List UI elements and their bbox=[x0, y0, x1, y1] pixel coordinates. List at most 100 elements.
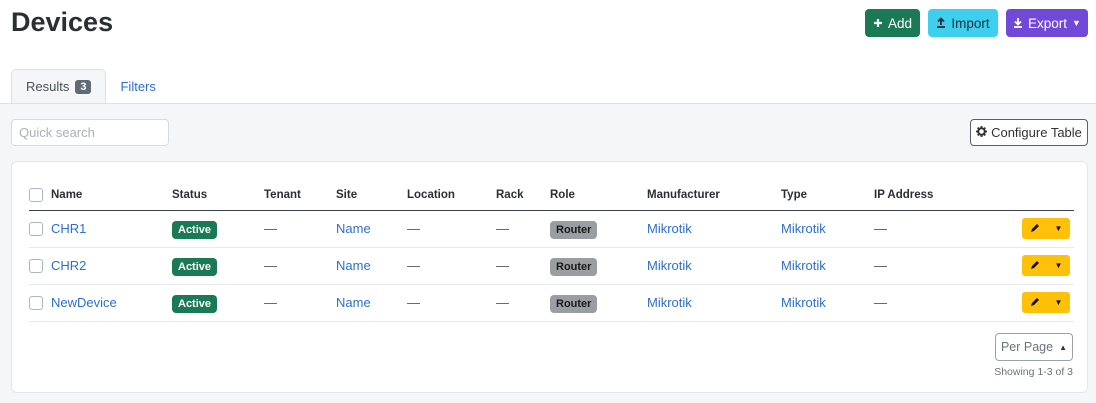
site-link[interactable]: Name bbox=[336, 221, 371, 236]
manufacturer-link[interactable]: Mikrotik bbox=[647, 221, 692, 236]
tab-results[interactable]: Results 3 bbox=[11, 69, 107, 104]
location-cell: — bbox=[407, 284, 496, 322]
column-header-name[interactable]: Name bbox=[51, 180, 172, 211]
row-action-button[interactable]: ▼ bbox=[1022, 255, 1070, 276]
manufacturer-cell: Mikrotik bbox=[647, 284, 781, 322]
tenant-cell: — bbox=[264, 247, 336, 285]
pencil-icon[interactable] bbox=[1030, 258, 1040, 273]
download-icon bbox=[1013, 16, 1023, 31]
role-cell: Router bbox=[550, 210, 647, 248]
role-badge[interactable]: Router bbox=[550, 221, 598, 239]
per-page-dropdown[interactable]: Per Page ▲ bbox=[995, 333, 1073, 361]
select-all-checkbox[interactable] bbox=[29, 187, 43, 202]
actions-cell: ▼ bbox=[984, 247, 1074, 285]
column-header-location[interactable]: Location bbox=[407, 180, 496, 211]
pagination-summary: Showing 1-3 of 3 bbox=[994, 366, 1073, 378]
rack-cell: — bbox=[496, 284, 550, 322]
column-header-type[interactable]: Type bbox=[781, 180, 874, 211]
device-name-link[interactable]: CHR2 bbox=[51, 258, 86, 273]
tab-bar: Results 3 Filters bbox=[11, 69, 170, 104]
row-action-button[interactable]: ▼ bbox=[1022, 218, 1070, 239]
tab-filters[interactable]: Filters bbox=[106, 69, 169, 103]
results-count-badge: 3 bbox=[75, 79, 92, 94]
caret-up-icon: ▲ bbox=[1059, 342, 1068, 352]
type-cell: Mikrotik bbox=[781, 247, 874, 285]
configure-table-button[interactable]: Configure Table bbox=[970, 119, 1088, 146]
status-badge: Active bbox=[172, 221, 218, 239]
tab-results-label: Results bbox=[26, 79, 70, 94]
role-badge[interactable]: Router bbox=[550, 295, 598, 313]
results-card: Name Status Tenant Site Location Rack Ro… bbox=[11, 161, 1088, 393]
tenant-cell: — bbox=[264, 210, 336, 248]
site-cell: Name bbox=[336, 247, 407, 285]
pencil-icon[interactable] bbox=[1030, 295, 1040, 310]
rack-cell: — bbox=[496, 247, 550, 285]
row-action-button[interactable]: ▼ bbox=[1022, 292, 1070, 313]
column-header-tenant[interactable]: Tenant bbox=[264, 180, 336, 211]
type-link[interactable]: Mikrotik bbox=[781, 221, 826, 236]
export-button[interactable]: Export ▼ bbox=[1006, 9, 1088, 37]
caret-down-icon[interactable]: ▼ bbox=[1055, 224, 1063, 233]
status-cell: Active bbox=[172, 247, 264, 285]
rack-cell: — bbox=[496, 210, 550, 248]
table-row: CHR2 Active — Name — — Router Mikrotik M… bbox=[29, 247, 1074, 285]
header-actions: Add Import Export ▼ bbox=[865, 9, 1088, 37]
column-header-site[interactable]: Site bbox=[336, 180, 407, 211]
table-row: NewDevice Active — Name — — Router Mikro… bbox=[29, 284, 1074, 322]
type-cell: Mikrotik bbox=[781, 210, 874, 248]
type-link[interactable]: Mikrotik bbox=[781, 295, 826, 310]
status-badge: Active bbox=[172, 295, 218, 313]
device-name-cell: CHR1 bbox=[51, 210, 172, 248]
tab-divider bbox=[0, 103, 1096, 104]
device-name-link[interactable]: NewDevice bbox=[51, 295, 117, 310]
row-select-cell bbox=[29, 210, 51, 248]
row-checkbox[interactable] bbox=[29, 222, 43, 237]
add-label: Add bbox=[887, 15, 913, 31]
actions-cell: ▼ bbox=[984, 284, 1074, 322]
row-select-cell bbox=[29, 247, 51, 285]
ip-address-cell: — bbox=[874, 247, 984, 285]
pencil-icon[interactable] bbox=[1030, 221, 1040, 236]
manufacturer-link[interactable]: Mikrotik bbox=[647, 295, 692, 310]
status-cell: Active bbox=[172, 284, 264, 322]
device-name-link[interactable]: CHR1 bbox=[51, 221, 86, 236]
upload-icon bbox=[936, 16, 946, 31]
column-header-rack[interactable]: Rack bbox=[496, 180, 550, 211]
site-link[interactable]: Name bbox=[336, 258, 371, 273]
status-cell: Active bbox=[172, 210, 264, 248]
table-header-row: Name Status Tenant Site Location Rack Ro… bbox=[29, 180, 1074, 211]
import-button[interactable]: Import bbox=[928, 9, 998, 37]
search-input[interactable] bbox=[11, 119, 169, 146]
manufacturer-cell: Mikrotik bbox=[647, 210, 781, 248]
row-checkbox[interactable] bbox=[29, 259, 43, 274]
add-button[interactable]: Add bbox=[865, 9, 920, 37]
status-badge: Active bbox=[172, 258, 218, 276]
column-header-role[interactable]: Role bbox=[550, 180, 647, 211]
column-header-status[interactable]: Status bbox=[172, 180, 264, 211]
column-header-manufacturer[interactable]: Manufacturer bbox=[647, 180, 781, 211]
gear-icon bbox=[976, 125, 988, 140]
device-name-cell: NewDevice bbox=[51, 284, 172, 322]
site-link[interactable]: Name bbox=[336, 295, 371, 310]
caret-down-icon: ▼ bbox=[1072, 18, 1081, 28]
actions-cell: ▼ bbox=[984, 210, 1074, 248]
ip-address-cell: — bbox=[874, 210, 984, 248]
type-cell: Mikrotik bbox=[781, 284, 874, 322]
configure-table-label: Configure Table bbox=[991, 125, 1082, 140]
caret-down-icon[interactable]: ▼ bbox=[1055, 261, 1063, 270]
manufacturer-link[interactable]: Mikrotik bbox=[647, 258, 692, 273]
page-title: Devices bbox=[11, 7, 114, 37]
plus-icon bbox=[873, 16, 883, 31]
row-checkbox[interactable] bbox=[29, 296, 43, 311]
ip-address-cell: — bbox=[874, 284, 984, 322]
device-name-cell: CHR2 bbox=[51, 247, 172, 285]
caret-down-icon[interactable]: ▼ bbox=[1055, 298, 1063, 307]
location-cell: — bbox=[407, 247, 496, 285]
type-link[interactable]: Mikrotik bbox=[781, 258, 826, 273]
tenant-cell: — bbox=[264, 284, 336, 322]
role-cell: Router bbox=[550, 284, 647, 322]
column-header-ip-address[interactable]: IP Address bbox=[874, 180, 984, 211]
location-cell: — bbox=[407, 210, 496, 248]
per-page-label: Per Page bbox=[1000, 340, 1054, 354]
role-badge[interactable]: Router bbox=[550, 258, 598, 276]
